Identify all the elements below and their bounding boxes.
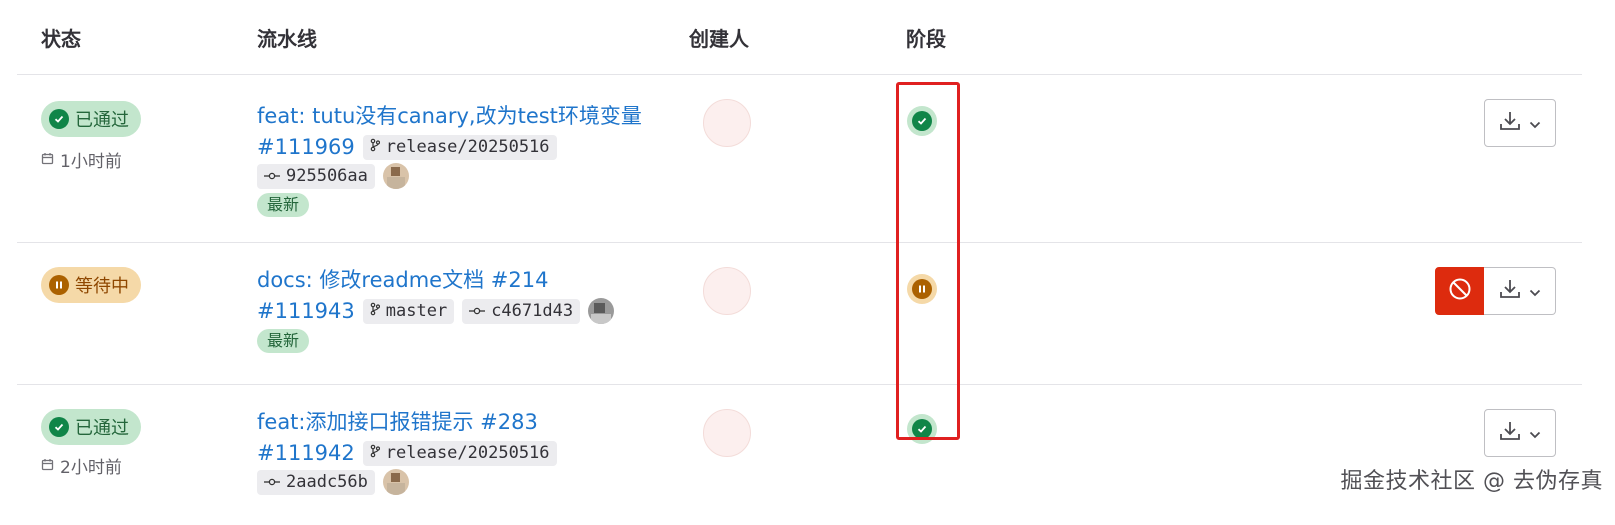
- created-time: 2小时前: [41, 453, 122, 478]
- row-actions: [1484, 409, 1556, 457]
- branch-label: release/20250516: [385, 137, 550, 157]
- status-label: 已通过: [75, 110, 129, 131]
- pipeline-id-link[interactable]: #111942: [257, 439, 355, 467]
- branch-icon: [370, 301, 380, 321]
- chevron-down-icon: [1529, 282, 1541, 301]
- branch-icon: [370, 443, 380, 463]
- pipeline-title-link[interactable]: docs: 修改readme文档 #214: [257, 265, 677, 295]
- pipelines-table: 状态 流水线 创建人 阶段 已通过 1小时前 feat: tutu没有canar…: [17, 0, 1582, 525]
- creator-avatar[interactable]: [703, 267, 751, 315]
- row-actions: [1484, 99, 1556, 147]
- pipeline-id-link[interactable]: #111943: [257, 297, 355, 325]
- watermark: 掘金技术社区 @ 去伪存真: [1340, 469, 1603, 494]
- header-stages: 阶段: [906, 27, 946, 51]
- commit-chip[interactable]: c4671d43: [462, 298, 581, 324]
- header-creator: 创建人: [689, 27, 749, 51]
- branch-chip[interactable]: release/20250516: [362, 134, 557, 160]
- check-circle-icon: [49, 417, 69, 437]
- chevron-down-icon: [1529, 114, 1541, 133]
- pipeline-title-link[interactable]: feat: tutu没有canary,改为test环境变量: [257, 101, 677, 131]
- branch-chip[interactable]: master: [362, 298, 455, 324]
- branch-label: release/20250516: [385, 443, 550, 463]
- download-icon: [1499, 278, 1521, 304]
- commit-author-avatar[interactable]: [588, 298, 615, 324]
- status-label: 已通过: [75, 418, 129, 439]
- download-artifacts-button[interactable]: [1484, 267, 1556, 315]
- branch-icon: [370, 137, 380, 157]
- commit-label: 2aadc56b: [286, 472, 368, 492]
- time-label: 1小时前: [60, 152, 122, 172]
- pipeline-id-link[interactable]: #111969: [257, 133, 355, 161]
- pipeline-info: feat: tutu没有canary,改为test环境变量 #111969 re…: [257, 101, 677, 217]
- download-icon: [1499, 420, 1521, 446]
- latest-tag: 最新: [257, 329, 310, 353]
- pipeline-info: feat:添加接口报错提示 #283 #111942 release/20250…: [257, 407, 677, 495]
- table-row: 等待中 docs: 修改readme文档 #214 #111943 master…: [17, 243, 1582, 385]
- status-badge[interactable]: 已通过: [41, 409, 141, 445]
- pipeline-info: docs: 修改readme文档 #214 #111943 master c46…: [257, 265, 677, 353]
- creator-avatar[interactable]: [703, 99, 751, 147]
- latest-tag: 最新: [257, 193, 310, 217]
- table-header: 状态 流水线 创建人 阶段: [17, 0, 1582, 75]
- commit-author-avatar[interactable]: [382, 469, 409, 495]
- commit-label: c4671d43: [491, 301, 574, 321]
- pipeline-title-link[interactable]: feat:添加接口报错提示 #283: [257, 407, 677, 437]
- commit-label: 925506aa: [286, 166, 368, 186]
- time-label: 2小时前: [60, 458, 122, 478]
- download-icon: [1499, 110, 1521, 136]
- header-status: 状态: [41, 27, 81, 51]
- row-actions: [1435, 267, 1556, 315]
- stage-column-highlight: [896, 82, 960, 440]
- cancel-icon: [1448, 277, 1472, 305]
- status-label: 等待中: [75, 276, 129, 297]
- download-artifacts-button[interactable]: [1484, 99, 1556, 147]
- header-pipeline: 流水线: [257, 27, 317, 51]
- commit-chip[interactable]: 2aadc56b: [257, 469, 375, 495]
- commit-icon: [264, 472, 280, 492]
- commit-icon: [469, 301, 486, 321]
- created-time: 1小时前: [41, 147, 122, 172]
- table-row: 已通过 2小时前 feat:添加接口报错提示 #283 #111942 rele…: [17, 385, 1582, 525]
- download-artifacts-button[interactable]: [1484, 409, 1556, 457]
- pause-icon: [49, 275, 69, 295]
- creator-avatar[interactable]: [703, 409, 751, 457]
- calendar-icon: [41, 456, 54, 476]
- cancel-pipeline-button[interactable]: [1435, 267, 1484, 315]
- commit-chip[interactable]: 925506aa: [257, 163, 375, 189]
- calendar-icon: [41, 150, 54, 170]
- check-circle-icon: [49, 109, 69, 129]
- commit-author-avatar[interactable]: [382, 163, 409, 189]
- status-badge[interactable]: 等待中: [41, 267, 141, 303]
- chevron-down-icon: [1529, 424, 1541, 443]
- branch-label: master: [385, 301, 448, 321]
- status-badge[interactable]: 已通过: [41, 101, 141, 137]
- commit-icon: [264, 166, 280, 186]
- table-row: 已通过 1小时前 feat: tutu没有canary,改为test环境变量 #…: [17, 75, 1582, 243]
- branch-chip[interactable]: release/20250516: [362, 440, 557, 466]
